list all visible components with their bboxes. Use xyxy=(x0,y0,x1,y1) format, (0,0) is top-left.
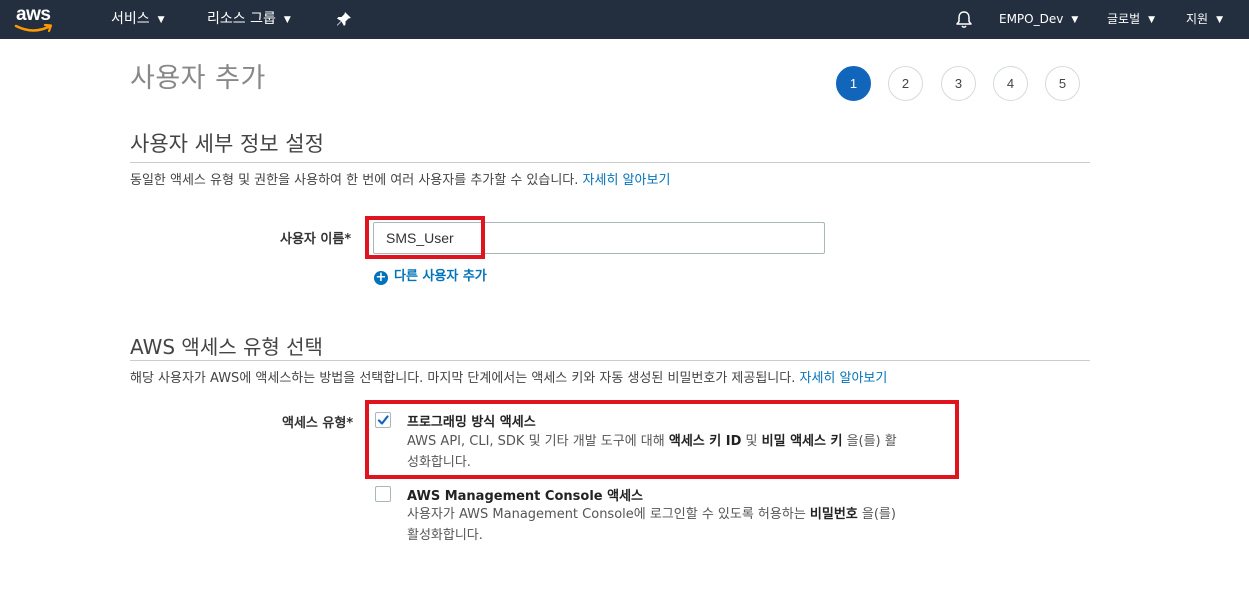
access-key-id-text: 액세스 키 ID xyxy=(668,434,742,449)
learn-more-link[interactable]: 자세히 알아보기 xyxy=(800,371,888,386)
top-navigation-bar: aws 서비스 ▼ 리소스 그룹 ▼ EMPO_Dev ▼ 글로벌 ▼ 지원 ▼ xyxy=(0,0,1249,39)
user-details-description-text: 동일한 액세스 유형 및 권한을 사용하여 한 번에 여러 사용자를 추가할 수… xyxy=(130,173,579,188)
support-menu-label: 지원 xyxy=(1186,12,1209,26)
plus-circle-icon: + xyxy=(374,270,388,285)
aws-logo[interactable]: aws xyxy=(14,4,60,34)
add-another-user-link[interactable]: + 다른 사용자 추가 xyxy=(374,265,487,285)
step-4[interactable]: 4 xyxy=(993,66,1028,101)
chevron-down-icon: ▼ xyxy=(1071,15,1079,25)
chevron-down-icon: ▼ xyxy=(1148,15,1156,25)
account-menu[interactable]: EMPO_Dev ▼ xyxy=(999,0,1078,39)
programmatic-access-checkbox[interactable] xyxy=(375,412,391,428)
step-5[interactable]: 5 xyxy=(1045,66,1080,101)
access-type-label: 액세스 유형* xyxy=(282,416,354,431)
user-details-description: 동일한 액세스 유형 및 권한을 사용하여 한 번에 여러 사용자를 추가할 수… xyxy=(130,169,670,188)
section-divider xyxy=(130,162,1090,163)
bell-icon[interactable] xyxy=(955,10,973,29)
support-menu[interactable]: 지원 ▼ xyxy=(1186,0,1223,39)
console-access-description: 사용자가 AWS Management Console에 로그인할 수 있도록 … xyxy=(407,504,952,546)
programmatic-access-desc-part-3: 을(를) 활 xyxy=(842,434,897,449)
resource-groups-menu-label: 리소스 그룹 xyxy=(207,11,276,27)
resource-groups-menu[interactable]: 리소스 그룹 ▼ xyxy=(207,0,291,39)
learn-more-link[interactable]: 자세히 알아보기 xyxy=(583,173,671,188)
access-type-heading: AWS 액세스 유형 선택 xyxy=(130,335,323,359)
console-access-checkbox[interactable] xyxy=(375,486,391,502)
console-access-desc-part-2: 을(를) xyxy=(857,507,896,522)
services-menu[interactable]: 서비스 ▼ xyxy=(111,0,165,39)
console-access-title[interactable]: AWS Management Console 액세스 xyxy=(407,485,643,504)
access-type-description-text: 해당 사용자가 AWS에 액세스하는 방법을 선택합니다. 마지막 단계에서는 … xyxy=(130,371,796,386)
chevron-down-icon: ▼ xyxy=(283,15,291,25)
page-title: 사용자 추가 xyxy=(130,63,266,94)
console-access-desc-part-1: 사용자가 AWS Management Console에 로그인할 수 있도록 … xyxy=(407,507,810,522)
console-access-desc-line-2: 활성화합니다. xyxy=(407,528,483,543)
secret-access-key-text: 비밀 액세스 키 xyxy=(761,434,843,449)
programmatic-access-desc-part-1: AWS API, CLI, SDK 및 기타 개발 도구에 대해 xyxy=(407,434,669,449)
services-menu-label: 서비스 xyxy=(111,11,150,27)
chevron-down-icon: ▼ xyxy=(1216,15,1224,25)
access-type-description: 해당 사용자가 AWS에 액세스하는 방법을 선택합니다. 마지막 단계에서는 … xyxy=(130,367,887,386)
programmatic-access-title[interactable]: 프로그래밍 방식 액세스 xyxy=(407,411,536,430)
username-input[interactable] xyxy=(373,222,825,254)
pin-icon[interactable] xyxy=(336,11,352,27)
password-text: 비밀번호 xyxy=(809,507,858,522)
username-label: 사용자 이름* xyxy=(280,232,352,247)
step-2[interactable]: 2 xyxy=(888,66,923,101)
chevron-down-icon: ▼ xyxy=(157,15,165,25)
step-1[interactable]: 1 xyxy=(836,66,871,101)
programmatic-access-description: AWS API, CLI, SDK 및 기타 개발 도구에 대해 액세스 키 I… xyxy=(407,431,952,473)
checkmark-icon xyxy=(377,415,389,425)
add-another-user-label: 다른 사용자 추가 xyxy=(394,269,487,284)
programmatic-access-desc-line-2: 성화합니다. xyxy=(407,455,471,470)
account-menu-label: EMPO_Dev xyxy=(999,12,1064,26)
region-menu[interactable]: 글로벌 ▼ xyxy=(1107,0,1155,39)
step-3[interactable]: 3 xyxy=(941,66,976,101)
aws-smile-icon xyxy=(14,23,53,33)
programmatic-access-desc-part-2: 및 xyxy=(741,434,762,449)
section-divider xyxy=(130,360,1090,361)
user-details-heading: 사용자 세부 정보 설정 xyxy=(130,132,324,156)
region-menu-label: 글로벌 xyxy=(1107,12,1141,26)
